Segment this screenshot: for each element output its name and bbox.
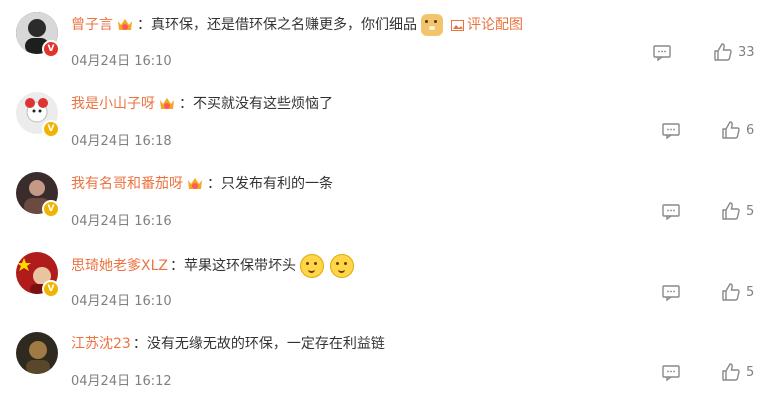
comment-picture-link[interactable]: 评论配图	[467, 15, 523, 35]
vip-crown-icon	[158, 96, 176, 112]
username-link[interactable]: 思琦她老爹XLZ	[71, 256, 168, 276]
like-count: 33	[738, 45, 755, 60]
comment-text: ：不买就没有这些烦恼了	[179, 96, 333, 112]
reply-icon[interactable]	[662, 123, 680, 139]
comment-item: 江苏沈23 ：没有无缘无故的环保，一定存在利益链 04月24日 16:12 5	[0, 332, 779, 412]
username-link[interactable]: 我有名哥和番茄呀	[71, 174, 183, 194]
reply-icon[interactable]	[662, 365, 680, 381]
doge-emoji-icon	[421, 14, 443, 36]
username-link[interactable]: 曾子言	[71, 15, 113, 35]
thinking-emoji-icon	[299, 254, 324, 278]
comment-item: V 我有名哥和番茄呀 ：只发布有利的一条 04月24日 16:16 5	[0, 172, 779, 252]
reply-icon[interactable]	[653, 45, 671, 61]
reply-icon[interactable]	[662, 285, 680, 301]
comment-time: 04月24日 16:18	[71, 134, 172, 149]
vip-crown-icon	[186, 176, 204, 192]
reply-icon[interactable]	[662, 204, 680, 220]
thinking-emoji-icon	[329, 254, 354, 278]
username-link[interactable]: 江苏沈23	[71, 334, 131, 354]
avatar[interactable]	[16, 332, 58, 374]
like-count: 6	[746, 123, 755, 138]
verified-badge-icon: V	[42, 200, 60, 218]
comment-item: V 曾子言 ：真环保，还是借环保之名赚更多，你们细品 评论配图 04月24日 1…	[0, 12, 779, 92]
comment-time: 04月24日 16:12	[71, 374, 172, 389]
comment-item: V 我是小山子呀 ：不买就没有这些烦恼了 04月24日 16:18 6	[0, 92, 779, 172]
like-icon[interactable]	[722, 121, 740, 139]
comment-time: 04月24日 16:10	[71, 54, 172, 69]
verified-badge-icon: V	[42, 280, 60, 298]
comment-item: V 思琦她老爹XLZ ：苹果这环保带坏头 04月24日 16:10 5	[0, 252, 779, 332]
like-count: 5	[746, 365, 755, 380]
comment-text: ：只发布有利的一条	[207, 176, 333, 192]
like-icon[interactable]	[714, 43, 732, 61]
comment-text: ：没有无缘无故的环保，一定存在利益链	[132, 336, 385, 352]
like-icon[interactable]	[722, 283, 740, 301]
like-icon[interactable]	[722, 363, 740, 381]
comment-time: 04月24日 16:16	[71, 214, 172, 229]
comment-text: ：苹果这环保带坏头	[169, 258, 296, 274]
picture-icon	[451, 19, 464, 31]
verified-badge-icon: V	[42, 40, 60, 58]
like-count: 5	[746, 285, 755, 300]
vip-crown-icon	[116, 17, 134, 33]
verified-badge-icon: V	[42, 120, 60, 138]
comment-time: 04月24日 16:10	[71, 294, 172, 309]
comment-text: ：真环保，还是借环保之名赚更多，你们细品	[137, 17, 417, 33]
like-icon[interactable]	[722, 202, 740, 220]
username-link[interactable]: 我是小山子呀	[71, 94, 155, 114]
like-count: 5	[746, 204, 755, 219]
